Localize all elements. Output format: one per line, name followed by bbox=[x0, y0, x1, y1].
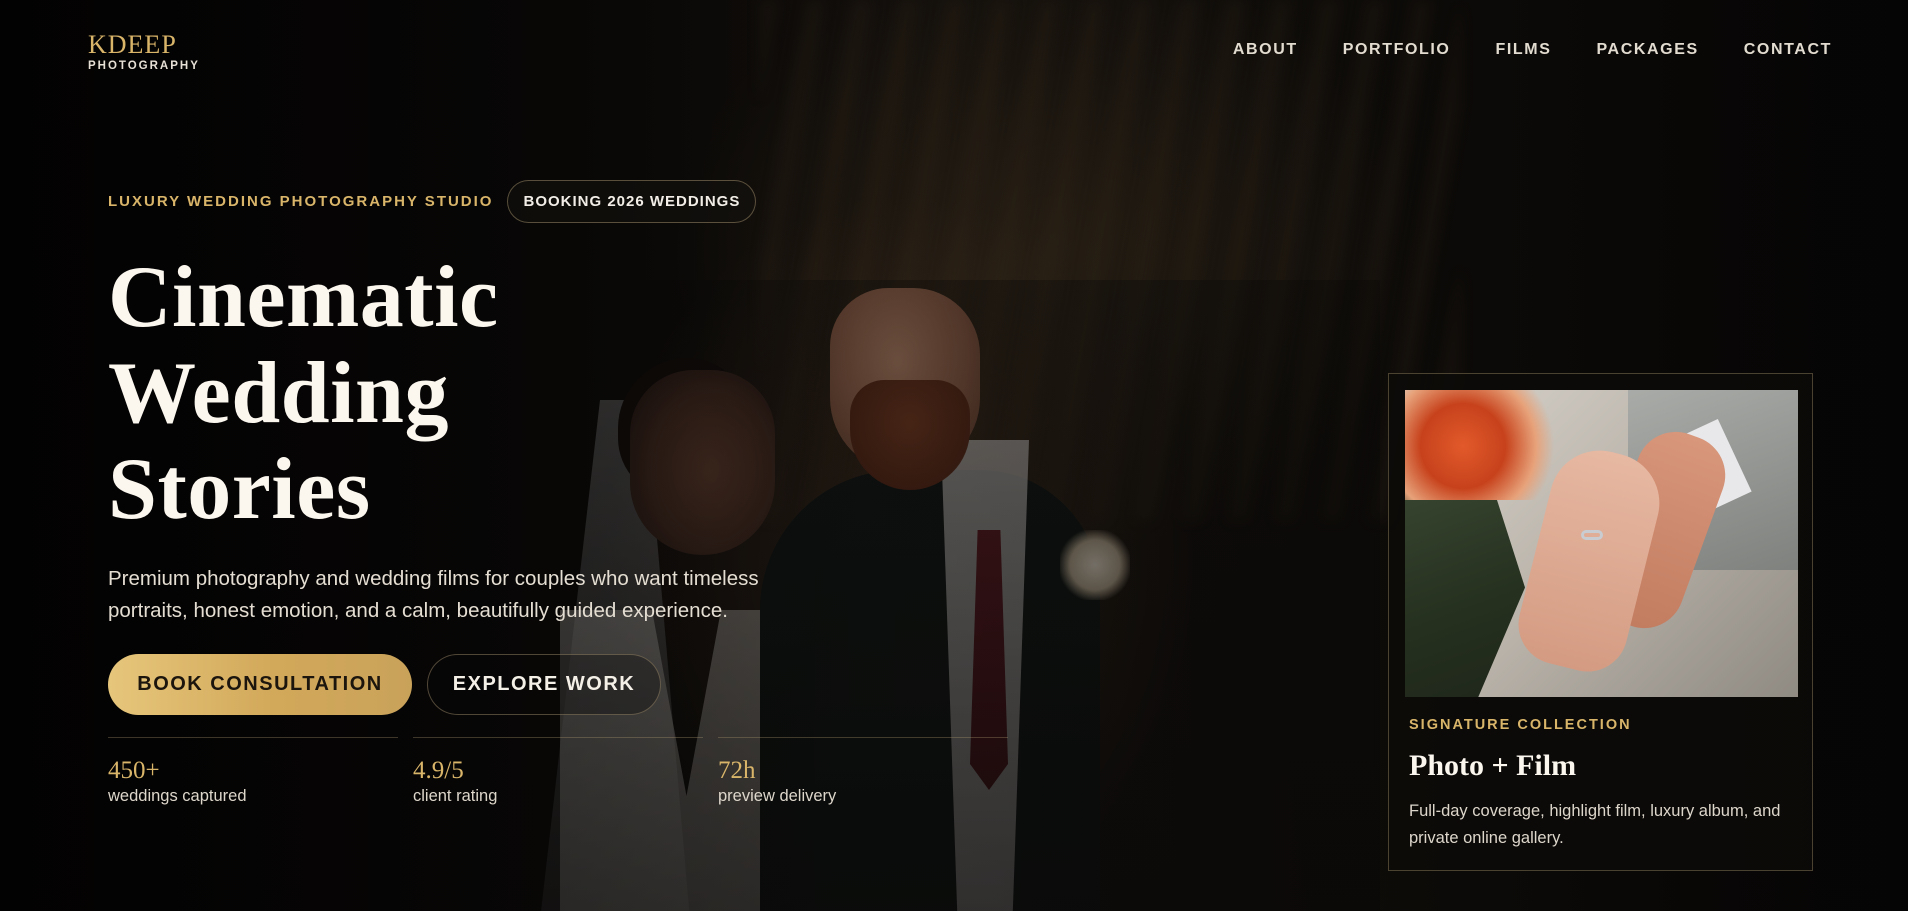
headline-line-1: Cinematic bbox=[108, 249, 499, 346]
hero-eyebrow-row: LUXURY WEDDING PHOTOGRAPHY STUDIO BOOKIN… bbox=[108, 180, 757, 223]
nav-link-portfolio[interactable]: PORTFOLIO bbox=[1343, 41, 1451, 59]
stat-value: 72h bbox=[718, 757, 756, 784]
book-consultation-button[interactable]: BOOK CONSULTATION bbox=[108, 654, 412, 715]
booking-badge: BOOKING 2026 WEDDINGS bbox=[507, 180, 757, 223]
hero-cta-row: BOOK CONSULTATION EXPLORE WORK bbox=[108, 654, 661, 715]
stat-value: 450+ bbox=[108, 757, 160, 784]
nav-link-packages[interactable]: PACKAGES bbox=[1596, 41, 1698, 59]
headline-line-3: Stories bbox=[108, 441, 371, 538]
stat-value: 4.9/5 bbox=[413, 757, 464, 784]
stat-label: client rating bbox=[413, 787, 498, 805]
nav-link-films[interactable]: FILMS bbox=[1495, 41, 1551, 59]
explore-work-button[interactable]: EXPLORE WORK bbox=[427, 654, 661, 715]
stat-delivery: 72h preview delivery bbox=[718, 737, 1008, 806]
card-rings-photo bbox=[1405, 390, 1798, 697]
logo-subtitle: PHOTOGRAPHY bbox=[88, 60, 200, 72]
nav-link-about[interactable]: ABOUT bbox=[1233, 41, 1298, 59]
card-eyebrow: SIGNATURE COLLECTION bbox=[1409, 717, 1632, 733]
site-logo[interactable]: KDEEP PHOTOGRAPHY bbox=[88, 30, 200, 73]
hero-eyebrow: LUXURY WEDDING PHOTOGRAPHY STUDIO bbox=[108, 193, 494, 210]
stat-weddings: 450+ weddings captured bbox=[108, 737, 398, 806]
wedding-ring bbox=[1581, 530, 1603, 540]
logo-wordmark: KDEEP bbox=[88, 30, 177, 59]
stat-rating: 4.9/5 client rating bbox=[413, 737, 703, 806]
card-description: Full-day coverage, highlight film, luxur… bbox=[1409, 802, 1781, 847]
card-title: Photo + Film bbox=[1409, 749, 1577, 782]
nav-link-contact[interactable]: CONTACT bbox=[1744, 41, 1832, 59]
hero-stats: 450+ weddings captured 4.9/5 client rati… bbox=[108, 737, 1008, 806]
hero-headline: Cinematic Wedding Stories bbox=[108, 250, 668, 538]
main-nav: ABOUT PORTFOLIO FILMS PACKAGES CONTACT bbox=[1233, 41, 1832, 59]
stat-label: preview delivery bbox=[718, 787, 837, 805]
headline-line-2: Wedding bbox=[108, 345, 449, 442]
signature-collection-card[interactable]: SIGNATURE COLLECTION Photo + Film Full-d… bbox=[1388, 373, 1813, 871]
hero-lead: Premium photography and wedding films fo… bbox=[108, 567, 759, 622]
bouquet-flowers bbox=[1405, 390, 1565, 500]
stat-label: weddings captured bbox=[108, 787, 247, 805]
